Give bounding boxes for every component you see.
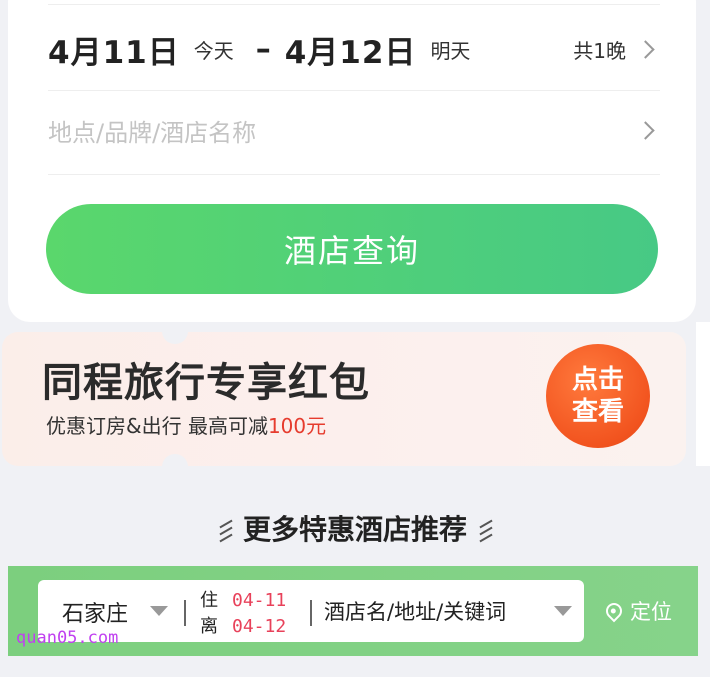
city-selector[interactable]: 石家庄 bbox=[62, 596, 128, 628]
location-placeholder: 地点/品牌/酒店名称 bbox=[48, 118, 257, 147]
checkin-date: 4月11日 bbox=[48, 34, 180, 71]
cta-line1: 点击 bbox=[571, 365, 624, 395]
banner-title: 同程旅行专享红包 bbox=[42, 360, 370, 406]
date-selector[interactable]: 4月11日 今天 – 4月12日 明天 共1晚 bbox=[48, 24, 660, 74]
banner-amount: 100元 bbox=[267, 414, 327, 438]
recommend-title: 更多特惠酒店推荐 bbox=[242, 513, 467, 546]
hotel-query-button[interactable]: 酒店查询 bbox=[46, 204, 658, 294]
checkout-date: 4月12日 bbox=[284, 34, 417, 71]
divider bbox=[184, 600, 186, 626]
decor-left-icon bbox=[217, 517, 233, 545]
banner-subtitle-text: 优惠订房&出行 最高可减 bbox=[46, 414, 268, 438]
keyword-input[interactable]: 酒店名/地址/关键词 bbox=[324, 596, 506, 626]
locate-label: 定位 bbox=[630, 600, 672, 624]
recommend-heading: 更多特惠酒店推荐 bbox=[0, 508, 710, 548]
filter-checkin-date: 04-11 bbox=[232, 590, 287, 611]
divider bbox=[310, 600, 312, 626]
location-search-field[interactable]: 地点/品牌/酒店名称 bbox=[48, 105, 660, 155]
date-separator: – bbox=[255, 31, 271, 67]
nights-count: 共1晚 bbox=[573, 38, 626, 63]
filter-checkout-date: 04-12 bbox=[232, 616, 287, 637]
checkout-label: 明天 bbox=[430, 38, 471, 63]
decor-right-icon bbox=[477, 517, 493, 545]
stay-labels: 住 离 bbox=[200, 588, 218, 640]
location-pin-icon bbox=[602, 599, 626, 623]
locate-button[interactable]: 定位 bbox=[602, 596, 672, 626]
divider bbox=[48, 90, 660, 91]
hotel-search-card: 4月11日 今天 – 4月12日 明天 共1晚 地点/品牌/酒店名称 酒店查询 bbox=[8, 0, 696, 322]
banner-notch bbox=[162, 332, 188, 344]
banner-notch bbox=[162, 454, 188, 466]
dropdown-icon[interactable] bbox=[150, 606, 168, 616]
divider bbox=[48, 174, 660, 175]
banner-view-button[interactable]: 点击 查看 bbox=[546, 344, 650, 448]
dropdown-icon[interactable] bbox=[554, 606, 572, 616]
checkin-label: 今天 bbox=[193, 38, 234, 63]
chevron-right-icon bbox=[636, 39, 655, 59]
red-packet-banner[interactable]: 同程旅行专享红包 优惠订房&出行 最高可减100元 点击 查看 bbox=[2, 332, 686, 466]
checkin-label: 住 bbox=[200, 590, 218, 611]
banner-subtitle: 优惠订房&出行 最高可减100元 bbox=[46, 410, 326, 439]
filter-box: 石家庄 住 离 04-11 04-12 酒店名/地址/关键词 bbox=[38, 580, 584, 642]
chevron-right-icon bbox=[636, 120, 655, 140]
stay-dates[interactable]: 04-11 04-12 bbox=[232, 588, 286, 640]
next-banner-edge bbox=[696, 322, 710, 466]
checkout-label: 离 bbox=[200, 616, 218, 637]
watermark: quan05.com bbox=[16, 628, 119, 648]
divider bbox=[48, 4, 660, 5]
cta-line2: 查看 bbox=[571, 397, 624, 427]
